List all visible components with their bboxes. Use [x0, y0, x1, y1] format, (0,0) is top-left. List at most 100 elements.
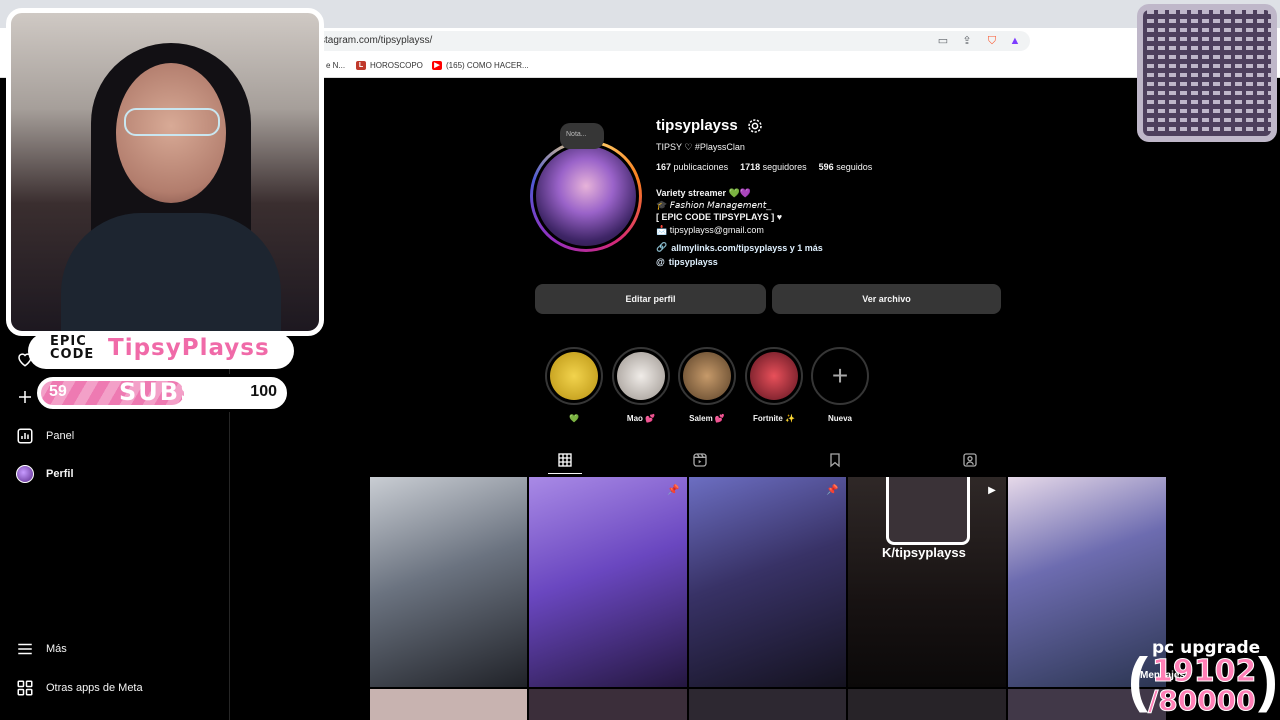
grid-post[interactable] — [689, 689, 846, 720]
pin-icon: 📌 — [826, 485, 839, 496]
followers-stat[interactable]: 1718 seguidores — [740, 162, 807, 172]
note-bubble[interactable]: Nota... — [560, 123, 604, 149]
plus-icon — [19, 391, 31, 403]
bookmark-label: e N... — [326, 61, 346, 70]
bookmark-item[interactable]: ▶ (165) COMO HACER... — [432, 61, 529, 70]
bar-chart-icon — [17, 428, 33, 444]
threads-link[interactable]: @ tipsyplayss — [656, 257, 718, 267]
highlight-circle — [745, 347, 803, 405]
threads-link-text: tipsyplayss — [668, 257, 718, 267]
highlight-image — [550, 352, 598, 400]
gear-icon[interactable] — [746, 117, 764, 135]
highlight-label: Salem 💕 — [689, 414, 725, 423]
qr-code-overlay — [1137, 4, 1277, 142]
bookmark-label: (165) COMO HACER... — [446, 61, 529, 70]
qr-code-pattern — [1143, 10, 1271, 136]
bookmark-label: HOROSCOPO — [370, 61, 423, 70]
highlight-circle: + — [811, 347, 869, 405]
grid-post[interactable] — [370, 689, 527, 720]
sidebar-item-label: Otras apps de Meta — [46, 682, 143, 694]
highlight-image — [683, 352, 731, 400]
bookmark-item[interactable]: e N... — [326, 61, 345, 70]
video-thumbnail-frame — [886, 477, 970, 545]
bracket-decoration: ( — [1128, 646, 1148, 713]
bio-line: [ EPIC CODE TIPSYPLAYS ] ♥ — [656, 212, 783, 222]
pc-upgrade-goal: ( ) pc upgrade 19102 /80000 — [1128, 638, 1278, 720]
posts-grid-icon[interactable] — [557, 452, 573, 468]
highlight-item[interactable]: 💚 — [545, 347, 603, 423]
webcam-person-body — [61, 213, 281, 331]
view-archive-button[interactable]: Ver archivo — [772, 284, 1001, 314]
sidebar-item-more[interactable]: Más — [16, 640, 67, 658]
bio-line: Variety streamer 💚💜 — [656, 188, 751, 198]
sidebar-item-label: Más — [46, 643, 67, 655]
active-tab-indicator — [548, 473, 582, 474]
hamburger-icon — [18, 643, 32, 655]
highlight-item[interactable]: Fortnite ✨ — [745, 347, 803, 423]
threads-icon: @ — [656, 257, 665, 267]
following-stat[interactable]: 596 seguidos — [819, 162, 873, 172]
bookmark-icon: L — [356, 61, 366, 70]
sub-goal-bar: 59 SUBS 100 — [34, 374, 290, 412]
avatar — [16, 465, 34, 483]
plus-icon: + — [831, 360, 849, 391]
epic-code-label: EPIC CODE — [50, 335, 94, 361]
grid-post[interactable]: 📌 — [689, 477, 846, 687]
grid-caption: K/tipsyplayss — [882, 545, 966, 560]
profile-fullname: TIPSY ♡ #PlayssClan — [656, 142, 745, 152]
following-label: seguidos — [836, 162, 873, 172]
code-text: CODE — [50, 347, 95, 362]
highlight-label: Fortnite ✨ — [753, 414, 795, 423]
sidebar-item-profile[interactable]: Perfil — [16, 465, 74, 483]
sidebar-item-meta-apps[interactable]: Otras apps de Meta — [16, 679, 143, 697]
tagged-icon[interactable] — [962, 452, 978, 468]
profile-stats: 167 publicaciones 1718 seguidores 596 se… — [656, 162, 872, 172]
address-bar[interactable]: stagram.com/tipsyplayss/ — [300, 31, 1030, 51]
channel-name: TipsyPlayss — [108, 335, 270, 361]
saved-icon[interactable] — [827, 452, 843, 468]
highlight-circle — [678, 347, 736, 405]
highlight-circle — [612, 347, 670, 405]
profile-avatar[interactable] — [530, 140, 642, 252]
grid-post[interactable] — [848, 689, 1006, 720]
upgrade-goal: /80000 — [1148, 684, 1257, 718]
bracket-decoration: ) — [1258, 646, 1278, 713]
sidebar-item-panel[interactable]: Panel — [16, 427, 74, 445]
new-highlight-button[interactable]: + Nueva — [811, 347, 869, 423]
highlight-label: 💚 — [569, 414, 579, 423]
bookmark-item[interactable]: L HOROSCOPO — [356, 61, 423, 70]
profile-link-text: allmylinks.com/tipsyplayss y 1 más — [671, 242, 823, 253]
link-icon: 🔗 — [656, 242, 668, 252]
sidebar-item-label: Perfil — [46, 468, 74, 480]
grid-post[interactable]: 📌 — [529, 477, 687, 687]
reels-icon[interactable] — [692, 452, 708, 468]
grid-post[interactable] — [370, 477, 527, 687]
sub-goal: 100 — [250, 383, 277, 400]
share-icon[interactable]: ⇪ — [960, 34, 974, 48]
highlight-label: Nueva — [827, 414, 852, 423]
create-nav[interactable] — [16, 388, 34, 406]
youtube-icon: ▶ — [432, 61, 442, 70]
screen: stagram.com/tipsyplayss/ ▭ ⇪ ⛉ ▲ e N... … — [0, 0, 1280, 720]
posts-label: publicaciones — [673, 162, 729, 172]
sub-current: 59 — [49, 383, 67, 400]
cast-icon[interactable]: ▭ — [936, 34, 950, 48]
edit-profile-button[interactable]: Editar perfil — [535, 284, 766, 314]
webcam-person-glasses — [124, 108, 220, 136]
brave-rewards-icon[interactable]: ▲ — [1008, 34, 1022, 48]
grid-post[interactable]: ▶ K/tipsyplayss — [848, 477, 1006, 687]
sidebar-item-label: Panel — [46, 430, 75, 442]
note-text: Nota... — [566, 131, 587, 138]
highlight-item[interactable]: Mao 💕 — [612, 347, 670, 423]
highlight-circle — [545, 347, 603, 405]
grid-post[interactable] — [529, 689, 687, 720]
following-count: 596 — [818, 162, 834, 172]
profile-link[interactable]: 🔗 allmylinks.com/tipsyplayss y 1 más — [656, 242, 823, 253]
webcam-overlay — [6, 8, 324, 336]
highlight-image — [617, 352, 665, 400]
profile-avatar-image — [533, 143, 639, 249]
bio-line: 📩 tipsyplayss@gmail.com — [656, 225, 764, 235]
followers-count: 1718 — [740, 162, 761, 172]
brave-shield-icon[interactable]: ⛉ — [985, 34, 999, 48]
highlight-item[interactable]: Salem 💕 — [678, 347, 736, 423]
